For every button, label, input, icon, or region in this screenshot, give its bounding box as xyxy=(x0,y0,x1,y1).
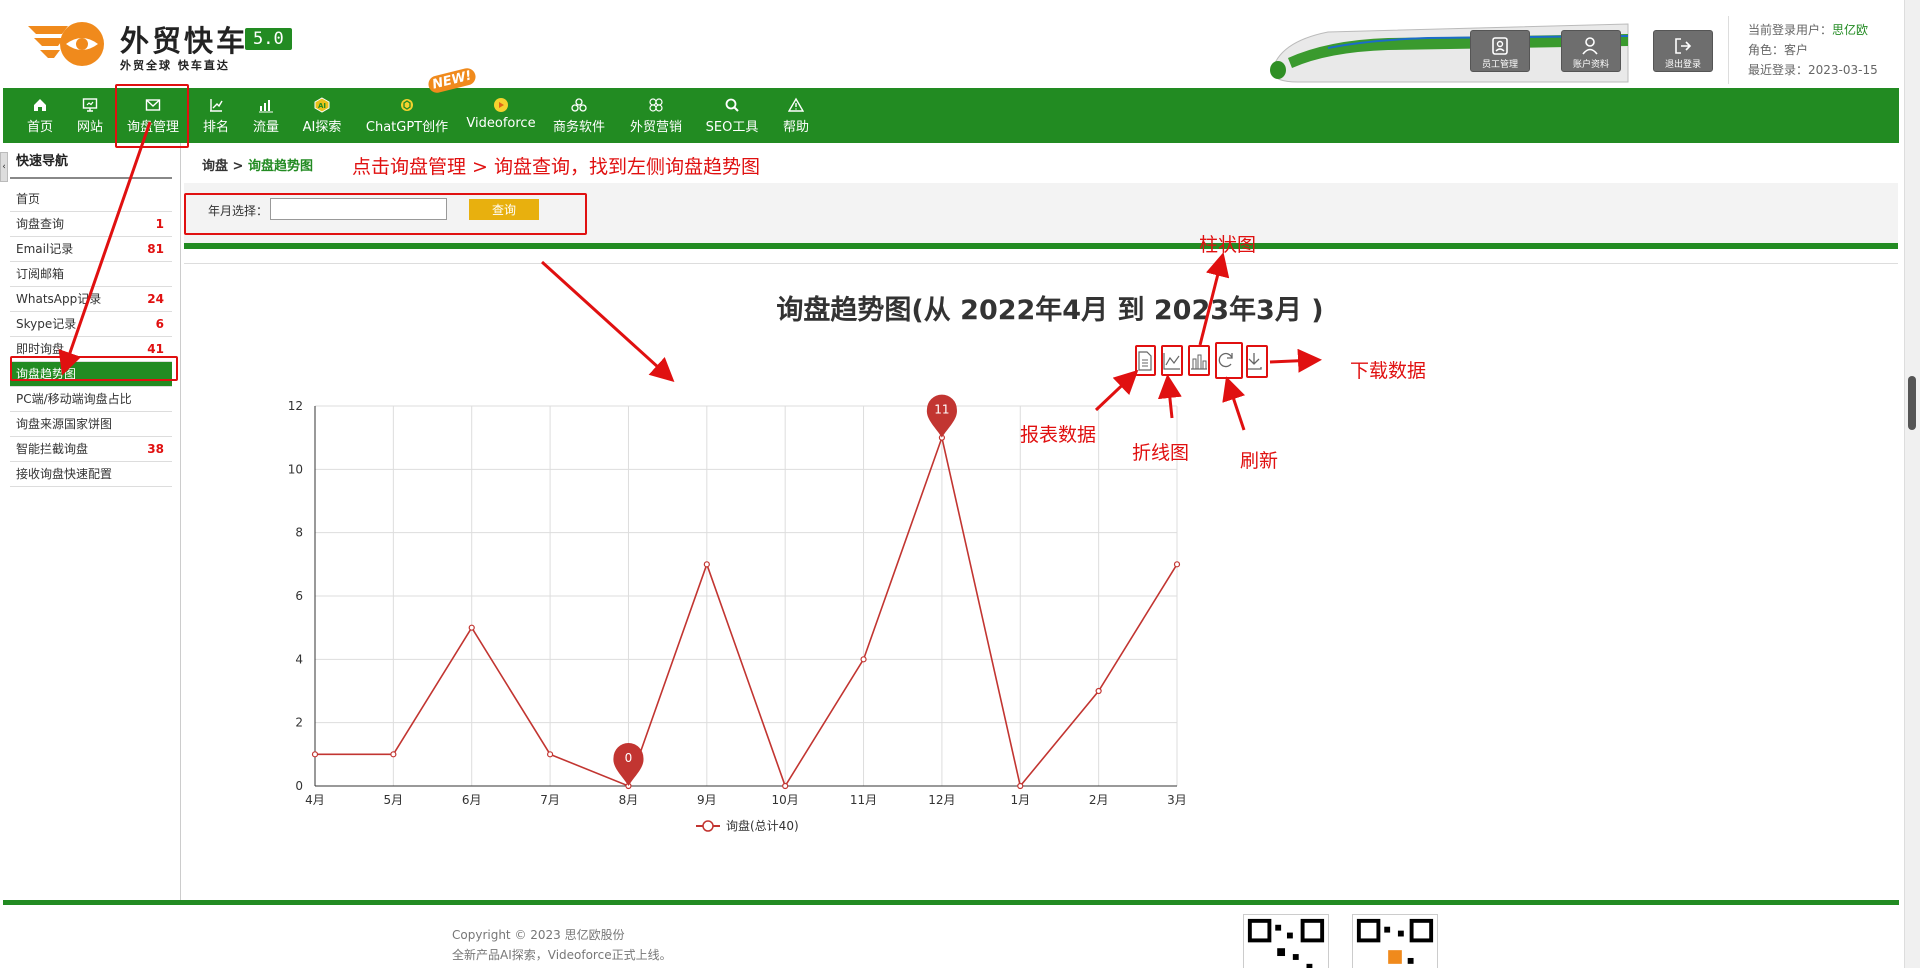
qr-code-icon xyxy=(1243,914,1329,968)
footer-copyright: Copyright © 2023 思亿欧股份 xyxy=(452,928,625,942)
footer-divider xyxy=(3,900,1899,905)
annotation-arrows xyxy=(58,121,1322,431)
qr-code-icon xyxy=(1352,914,1438,968)
footer-note: 全新产品AI探索，Videoforce正式上线。 xyxy=(452,948,672,962)
scrollbar-thumb[interactable] xyxy=(1908,376,1916,430)
page-scrollbar[interactable] xyxy=(1904,0,1920,968)
